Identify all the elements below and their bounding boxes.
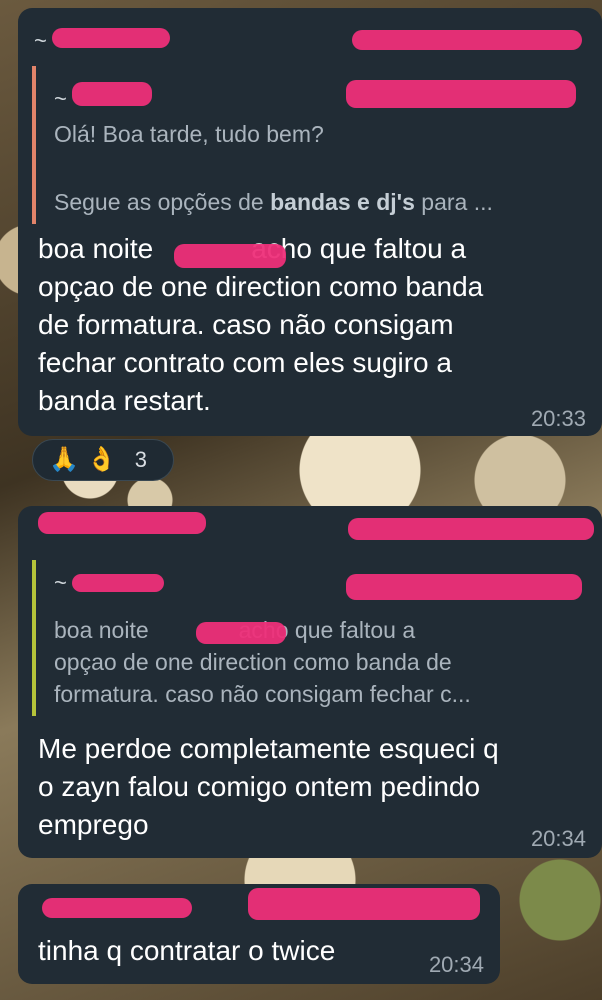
redacted-reply-sender — [72, 574, 164, 592]
message-bubble-3[interactable]: tinha q contratar o twice 20:34 — [18, 884, 500, 984]
message-time: 20:34 — [428, 952, 484, 977]
reply-preview[interactable]: ~ boa noite acho que faltou a opçao de on… — [32, 560, 584, 716]
message-time: 20:33 — [530, 406, 586, 431]
redacted-sender-number — [352, 30, 582, 50]
redacted-sender-name — [42, 898, 192, 918]
reply-text-line2: opçao de one direction como banda de — [54, 649, 452, 675]
redacted-reply-sender — [72, 82, 152, 106]
message-time: 20:34 — [530, 826, 586, 851]
reply-preview[interactable]: ~ Olá! Boa tarde, tudo bem? Segue as opç… — [32, 66, 584, 224]
redacted-sender-number — [348, 518, 594, 540]
redacted-name-in-text — [174, 244, 286, 268]
pray-emoji-icon: 🙏 — [49, 446, 79, 473]
message-text: Me perdoe completamente esqueci q o zayn… — [38, 733, 499, 840]
reactions-bar[interactable]: 🙏 👌 3 — [32, 439, 174, 481]
reply-text-line1: Olá! Boa tarde, tudo bem? — [54, 121, 324, 147]
reply-sender-prefix: ~ — [54, 570, 67, 595]
reply-text-line2: Segue as opções de bandas e dj's para ..… — [54, 189, 493, 215]
redacted-name-in-reply — [196, 622, 286, 644]
reaction-count: 3 — [134, 447, 148, 472]
redacted-sender-name — [38, 512, 206, 534]
redacted-reply-number — [346, 574, 582, 600]
reply-sender-prefix: ~ — [54, 86, 67, 111]
reply-text-line3: formatura. caso não consigam fechar c... — [54, 681, 471, 707]
redacted-reply-number — [346, 80, 576, 108]
redacted-sender-number — [248, 888, 480, 920]
message-bubble-1[interactable]: ~ ~ Olá! Boa tarde, tudo bem? Segue as o… — [18, 8, 602, 436]
sender-prefix: ~ — [34, 28, 47, 53]
message-text: tinha q contratar o twice — [38, 935, 336, 966]
message-bubble-2[interactable]: ~ boa noite acho que faltou a opçao de on… — [18, 506, 602, 858]
ok-hand-emoji-icon: 👌 — [86, 446, 117, 473]
redacted-sender-name — [52, 28, 170, 48]
